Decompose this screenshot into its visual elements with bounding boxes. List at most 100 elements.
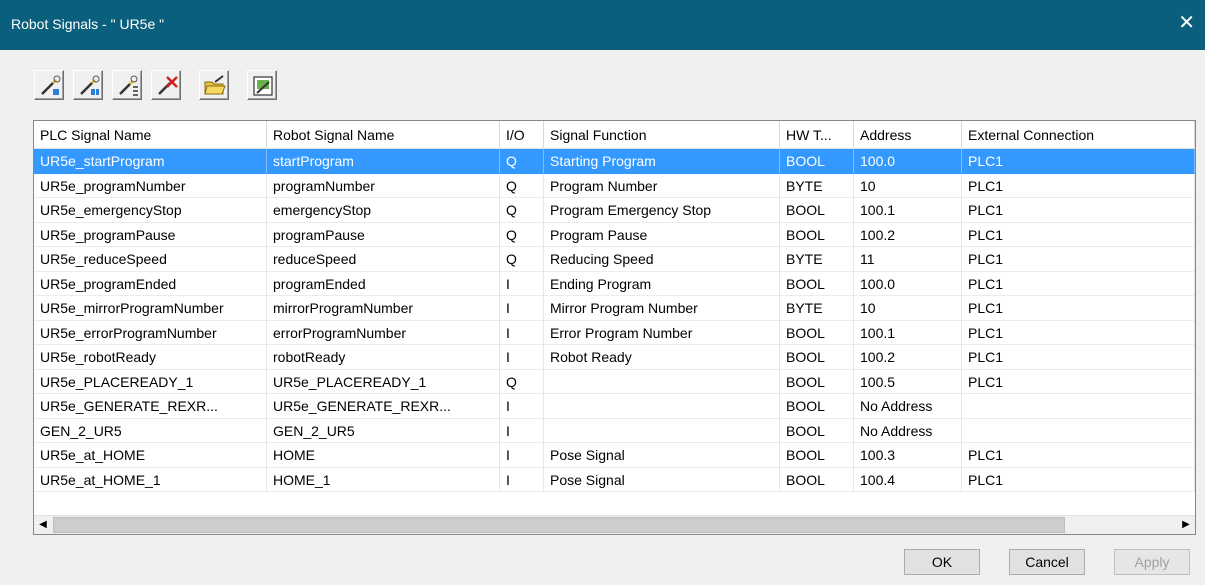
- address-cell: No Address: [854, 394, 962, 419]
- external-connection-cell: PLC1: [962, 271, 1195, 296]
- robot-signal-name-cell: HOME_1: [267, 467, 500, 492]
- plc-signal-name-cell: UR5e_programNumber: [34, 173, 267, 198]
- table-row[interactable]: UR5e_startProgram startProgram Q Starting P…: [34, 149, 1195, 174]
- plc-signal-name-cell: UR5e_errorProgramNumber: [34, 320, 267, 345]
- hw-type-cell: BYTE: [780, 247, 854, 272]
- column-header-row: PLC Signal Name Robot Signal Name I/O Si…: [34, 121, 1195, 149]
- hw-type-cell: BOOL: [780, 198, 854, 223]
- io-cell: I: [500, 296, 544, 321]
- robot-signal-name-cell: startProgram: [267, 149, 500, 174]
- table-row[interactable]: UR5e_at_HOME HOME I Pose Signal BOOL 100.3 PLC…: [34, 443, 1195, 468]
- table-row[interactable]: UR5e_programPause programPause Q Program Pa…: [34, 222, 1195, 247]
- address-cell: 10: [854, 173, 962, 198]
- table-row[interactable]: UR5e_programNumber programNumber Q Program …: [34, 173, 1195, 198]
- horizontal-scrollbar[interactable]: ◀ ▶: [34, 515, 1195, 534]
- external-connection-cell: [962, 418, 1195, 443]
- hw-type-cell: BOOL: [780, 369, 854, 394]
- table-row[interactable]: UR5e_mirrorProgramNumber mirrorProgramNum…: [34, 296, 1195, 321]
- ok-button[interactable]: OK: [904, 549, 980, 575]
- table-row[interactable]: UR5e_errorProgramNumber errorProgramNumbe…: [34, 320, 1195, 345]
- signal-function-cell: Ending Program: [544, 271, 780, 296]
- robot-signal-name-cell: programNumber: [267, 173, 500, 198]
- title-bar: Robot Signals - " UR5e " ✕: [0, 0, 1205, 50]
- signal-list[interactable]: PLC Signal Name Robot Signal Name I/O Si…: [33, 120, 1196, 535]
- external-connection-cell: PLC1: [962, 198, 1195, 223]
- external-connection-cell: PLC1: [962, 345, 1195, 370]
- external-connection-cell: PLC1: [962, 149, 1195, 174]
- delete-signal-button[interactable]: [151, 70, 181, 100]
- robot-signal-name-cell: mirrorProgramNumber: [267, 296, 500, 321]
- export-button[interactable]: [247, 70, 277, 100]
- external-connection-cell: PLC1: [962, 222, 1195, 247]
- plc-signal-name-cell: UR5e_at_HOME_1: [34, 467, 267, 492]
- signal-function-cell: Mirror Program Number: [544, 296, 780, 321]
- add-signal-wand-alt-icon: [80, 75, 100, 95]
- hw-type-cell: BOOL: [780, 271, 854, 296]
- hw-type-cell: BOOL: [780, 149, 854, 174]
- add-signal-button[interactable]: [34, 70, 64, 100]
- io-cell: Q: [500, 149, 544, 174]
- address-cell: 100.0: [854, 149, 962, 174]
- open-button[interactable]: [199, 70, 229, 100]
- signal-function-cell: Pose Signal: [544, 443, 780, 468]
- external-connection-cell: PLC1: [962, 443, 1195, 468]
- table-row[interactable]: UR5e_reduceSpeed reduceSpeed Q Reducing Spe…: [34, 247, 1195, 272]
- window-title: Robot Signals - " UR5e ": [11, 16, 165, 32]
- column-header-robot-signal-name[interactable]: Robot Signal Name: [267, 121, 500, 149]
- plc-signal-name-cell: UR5e_emergencyStop: [34, 198, 267, 223]
- plc-signal-name-cell: UR5e_programEnded: [34, 271, 267, 296]
- signal-function-cell: Starting Program: [544, 149, 780, 174]
- apply-button[interactable]: Apply: [1114, 549, 1190, 575]
- io-cell: I: [500, 394, 544, 419]
- table-row[interactable]: UR5e_PLACEREADY_1 UR5e_PLACEREADY_1 Q BOOL 1…: [34, 369, 1195, 394]
- close-icon[interactable]: ✕: [1178, 12, 1195, 34]
- add-signal-list-button[interactable]: [112, 70, 142, 100]
- table-row[interactable]: UR5e_programEnded programEnded I Ending Pro…: [34, 271, 1195, 296]
- hw-type-cell: BOOL: [780, 320, 854, 345]
- plc-signal-name-cell: UR5e_startProgram: [34, 149, 267, 174]
- io-cell: I: [500, 418, 544, 443]
- io-cell: I: [500, 467, 544, 492]
- add-signal-list-icon: [119, 75, 138, 96]
- external-connection-cell: PLC1: [962, 247, 1195, 272]
- io-cell: Q: [500, 369, 544, 394]
- column-header-address[interactable]: Address: [854, 121, 962, 149]
- hw-type-cell: BOOL: [780, 222, 854, 247]
- address-cell: 100.2: [854, 345, 962, 370]
- external-connection-cell: PLC1: [962, 173, 1195, 198]
- column-header-signal-function[interactable]: Signal Function: [544, 121, 780, 149]
- address-cell: 100.3: [854, 443, 962, 468]
- cancel-button[interactable]: Cancel: [1009, 549, 1085, 575]
- external-connection-cell: PLC1: [962, 369, 1195, 394]
- address-cell: 100.5: [854, 369, 962, 394]
- scroll-right-icon[interactable]: ▶: [1177, 516, 1195, 534]
- plc-signal-name-cell: UR5e_programPause: [34, 222, 267, 247]
- table-row[interactable]: UR5e_robotReady robotReady I Robot Ready BOO…: [34, 345, 1195, 370]
- signal-function-cell: [544, 418, 780, 443]
- table-row[interactable]: UR5e_emergencyStop emergencyStop Q Program …: [34, 198, 1195, 223]
- signal-function-cell: Program Number: [544, 173, 780, 198]
- table-row[interactable]: UR5e_at_HOME_1 HOME_1 I Pose Signal BOOL 100.…: [34, 467, 1195, 492]
- table-row[interactable]: GEN_2_UR5 GEN_2_UR5 I BOOL No Address: [34, 418, 1195, 443]
- scroll-left-icon[interactable]: ◀: [34, 516, 52, 534]
- external-connection-cell: PLC1: [962, 467, 1195, 492]
- io-cell: Q: [500, 173, 544, 198]
- scroll-thumb[interactable]: [53, 517, 1065, 533]
- hw-type-cell: BOOL: [780, 443, 854, 468]
- column-header-plc-signal-name[interactable]: PLC Signal Name: [34, 121, 267, 149]
- robot-signal-name-cell: HOME: [267, 443, 500, 468]
- add-signal-alt-button[interactable]: [73, 70, 103, 100]
- plc-signal-name-cell: UR5e_GENERATE_REXR...: [34, 394, 267, 419]
- column-header-external-connection[interactable]: External Connection: [962, 121, 1195, 149]
- external-connection-cell: [962, 394, 1195, 419]
- robot-signal-name-cell: reduceSpeed: [267, 247, 500, 272]
- column-header-hw-type[interactable]: HW T...: [780, 121, 854, 149]
- external-connection-cell: PLC1: [962, 320, 1195, 345]
- table-row[interactable]: UR5e_GENERATE_REXR... UR5e_GENERATE_REXR.…: [34, 394, 1195, 419]
- signal-function-cell: Program Emergency Stop: [544, 198, 780, 223]
- delete-signal-icon: [158, 76, 178, 95]
- signal-function-cell: Pose Signal: [544, 467, 780, 492]
- io-cell: I: [500, 271, 544, 296]
- add-signal-wand-icon: [41, 75, 61, 95]
- column-header-io[interactable]: I/O: [500, 121, 544, 149]
